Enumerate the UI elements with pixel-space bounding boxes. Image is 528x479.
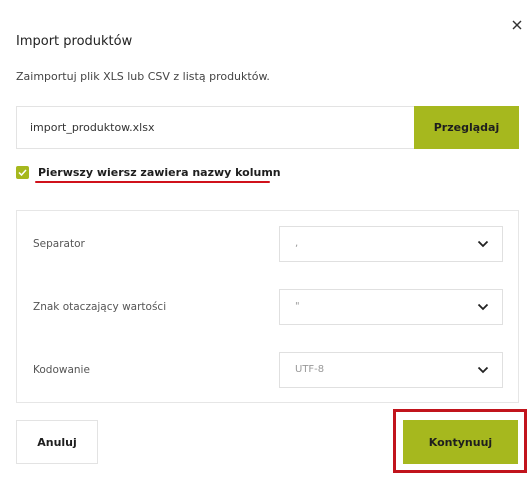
continue-button[interactable]: Kontynuuj (403, 420, 518, 464)
separator-value: , (295, 238, 299, 249)
import-dialog: Import produktów Zaimportuj plik XLS lub… (0, 0, 528, 479)
header-row-checkbox-label[interactable]: Pierwszy wiersz zawiera nazwy kolumn (38, 166, 281, 179)
dialog-title: Import produktów (16, 34, 133, 49)
quote-char-label: Znak otaczający wartości (33, 301, 167, 313)
file-name-input[interactable] (16, 106, 416, 149)
encoding-label: Kodowanie (33, 364, 90, 376)
chevron-down-icon (477, 240, 489, 248)
encoding-select[interactable]: UTF-8 (279, 352, 503, 388)
chevron-down-icon (477, 366, 489, 374)
browse-button[interactable]: Przeglądaj (414, 106, 519, 149)
dialog-subtitle: Zaimportuj plik XLS lub CSV z listą prod… (16, 70, 270, 83)
encoding-value: UTF-8 (295, 364, 325, 375)
highlight-underline (35, 181, 270, 183)
setting-row-quote-char: Znak otaczający wartości " (17, 289, 518, 329)
quote-char-value: " (295, 301, 300, 312)
separator-label: Separator (33, 238, 85, 250)
import-settings-panel: Separator , Znak otaczający wartości " K… (16, 210, 519, 403)
header-row-checkbox[interactable] (16, 165, 29, 179)
separator-select[interactable]: , (279, 226, 503, 262)
cancel-button[interactable]: Anuluj (16, 420, 98, 464)
header-row-option: Pierwszy wiersz zawiera nazwy kolumn (16, 164, 281, 180)
file-picker: Przeglądaj (16, 106, 519, 149)
close-icon[interactable] (510, 18, 524, 32)
check-icon (18, 168, 27, 176)
chevron-down-icon (477, 303, 489, 311)
setting-row-encoding: Kodowanie UTF-8 (17, 352, 518, 392)
setting-row-separator: Separator , (17, 226, 518, 266)
quote-char-select[interactable]: " (279, 289, 503, 325)
